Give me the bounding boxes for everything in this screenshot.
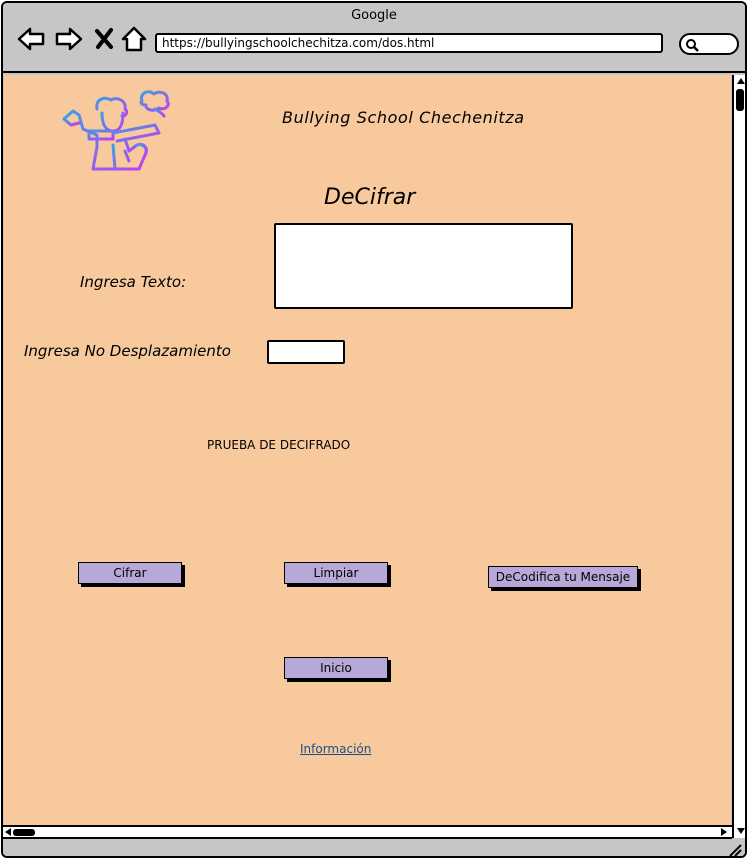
forward-arrow-icon[interactable] xyxy=(55,25,83,53)
scroll-up-icon[interactable] xyxy=(737,78,745,84)
limpiar-button[interactable]: Limpiar xyxy=(284,562,388,584)
vertical-scrollbar[interactable] xyxy=(732,75,745,838)
shift-input-label: Ingresa No Desplazamiento xyxy=(24,342,231,360)
search-icon xyxy=(686,39,699,52)
shift-input[interactable] xyxy=(267,340,345,364)
cifrar-button[interactable]: Cifrar xyxy=(78,562,182,584)
text-input-label: Ingresa Texto: xyxy=(80,273,187,291)
window-title: Google xyxy=(351,8,397,23)
horizontal-scroll-thumb[interactable] xyxy=(13,829,35,836)
title-bar: Google https://bullyingschoolchechitza.c… xyxy=(3,3,745,73)
text-input-area[interactable] xyxy=(274,223,573,309)
scroll-right-icon[interactable] xyxy=(721,828,727,836)
scroll-down-icon[interactable] xyxy=(737,828,745,834)
inicio-button[interactable]: Inicio xyxy=(284,657,388,679)
browser-window: Google https://bullyingschoolchechitza.c… xyxy=(1,1,747,858)
resize-grip-icon[interactable] xyxy=(728,843,742,857)
close-x-icon[interactable] xyxy=(91,25,119,53)
page-heading: DeCifrar xyxy=(324,185,416,210)
back-arrow-icon[interactable] xyxy=(17,25,45,53)
url-bar[interactable]: https://bullyingschoolchechitza.com/dos.… xyxy=(155,33,663,53)
status-bar xyxy=(3,839,745,857)
decrypt-result-text: PRUEBA DE DECIFRADO xyxy=(207,438,351,452)
vertical-scroll-thumb[interactable] xyxy=(736,89,744,111)
horizontal-scrollbar[interactable] xyxy=(3,825,732,839)
page-viewport: Bullying School Chechenitza DeCifrar Ing… xyxy=(4,75,731,825)
student-logo-icon xyxy=(62,90,170,171)
scroll-left-icon[interactable] xyxy=(5,828,11,836)
site-title: Bullying School Chechenitza xyxy=(282,108,525,127)
home-icon[interactable] xyxy=(120,25,148,53)
decodifica-button[interactable]: DeCodifica tu Mensaje xyxy=(488,566,638,588)
informacion-link[interactable]: Información xyxy=(300,742,371,756)
browser-search-box[interactable] xyxy=(679,33,739,55)
